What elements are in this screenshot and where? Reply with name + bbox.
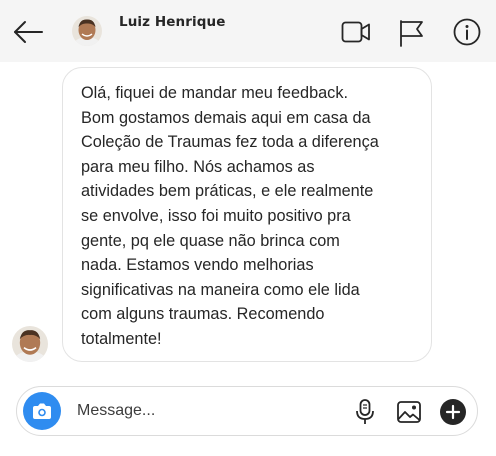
direct-message-screen: Luiz Henrique Olá, fiquei de mandar meu … [0, 0, 496, 456]
microphone-icon [356, 399, 374, 424]
report-button[interactable] [396, 18, 426, 48]
conversation-info-button[interactable] [452, 18, 482, 48]
add-photo-button[interactable] [395, 398, 423, 426]
plus-circle-icon [440, 399, 466, 425]
info-icon [453, 18, 481, 46]
more-options-button[interactable] [439, 398, 467, 426]
flag-icon [400, 20, 423, 47]
video-call-button[interactable] [341, 18, 371, 48]
back-button[interactable] [12, 16, 44, 48]
avatar-photo-icon [72, 16, 102, 46]
video-camera-icon [341, 21, 370, 43]
message-bubble[interactable]: Olá, fiquei de mandar meu feedback. Bom … [62, 67, 432, 362]
message-input[interactable] [77, 399, 337, 423]
contact-avatar[interactable] [72, 16, 102, 46]
camera-button[interactable] [23, 392, 61, 430]
conversation-header: Luiz Henrique [0, 0, 496, 62]
message-composer [16, 386, 478, 436]
message-text: Olá, fiquei de mandar meu feedback. Bom … [81, 84, 379, 348]
contact-name[interactable]: Luiz Henrique [119, 14, 225, 30]
voice-message-button[interactable] [351, 398, 379, 426]
sender-avatar[interactable] [12, 326, 48, 362]
camera-icon [33, 403, 51, 419]
image-icon [397, 401, 421, 423]
arrow-left-icon [14, 21, 43, 43]
avatar-photo-icon [12, 326, 48, 362]
